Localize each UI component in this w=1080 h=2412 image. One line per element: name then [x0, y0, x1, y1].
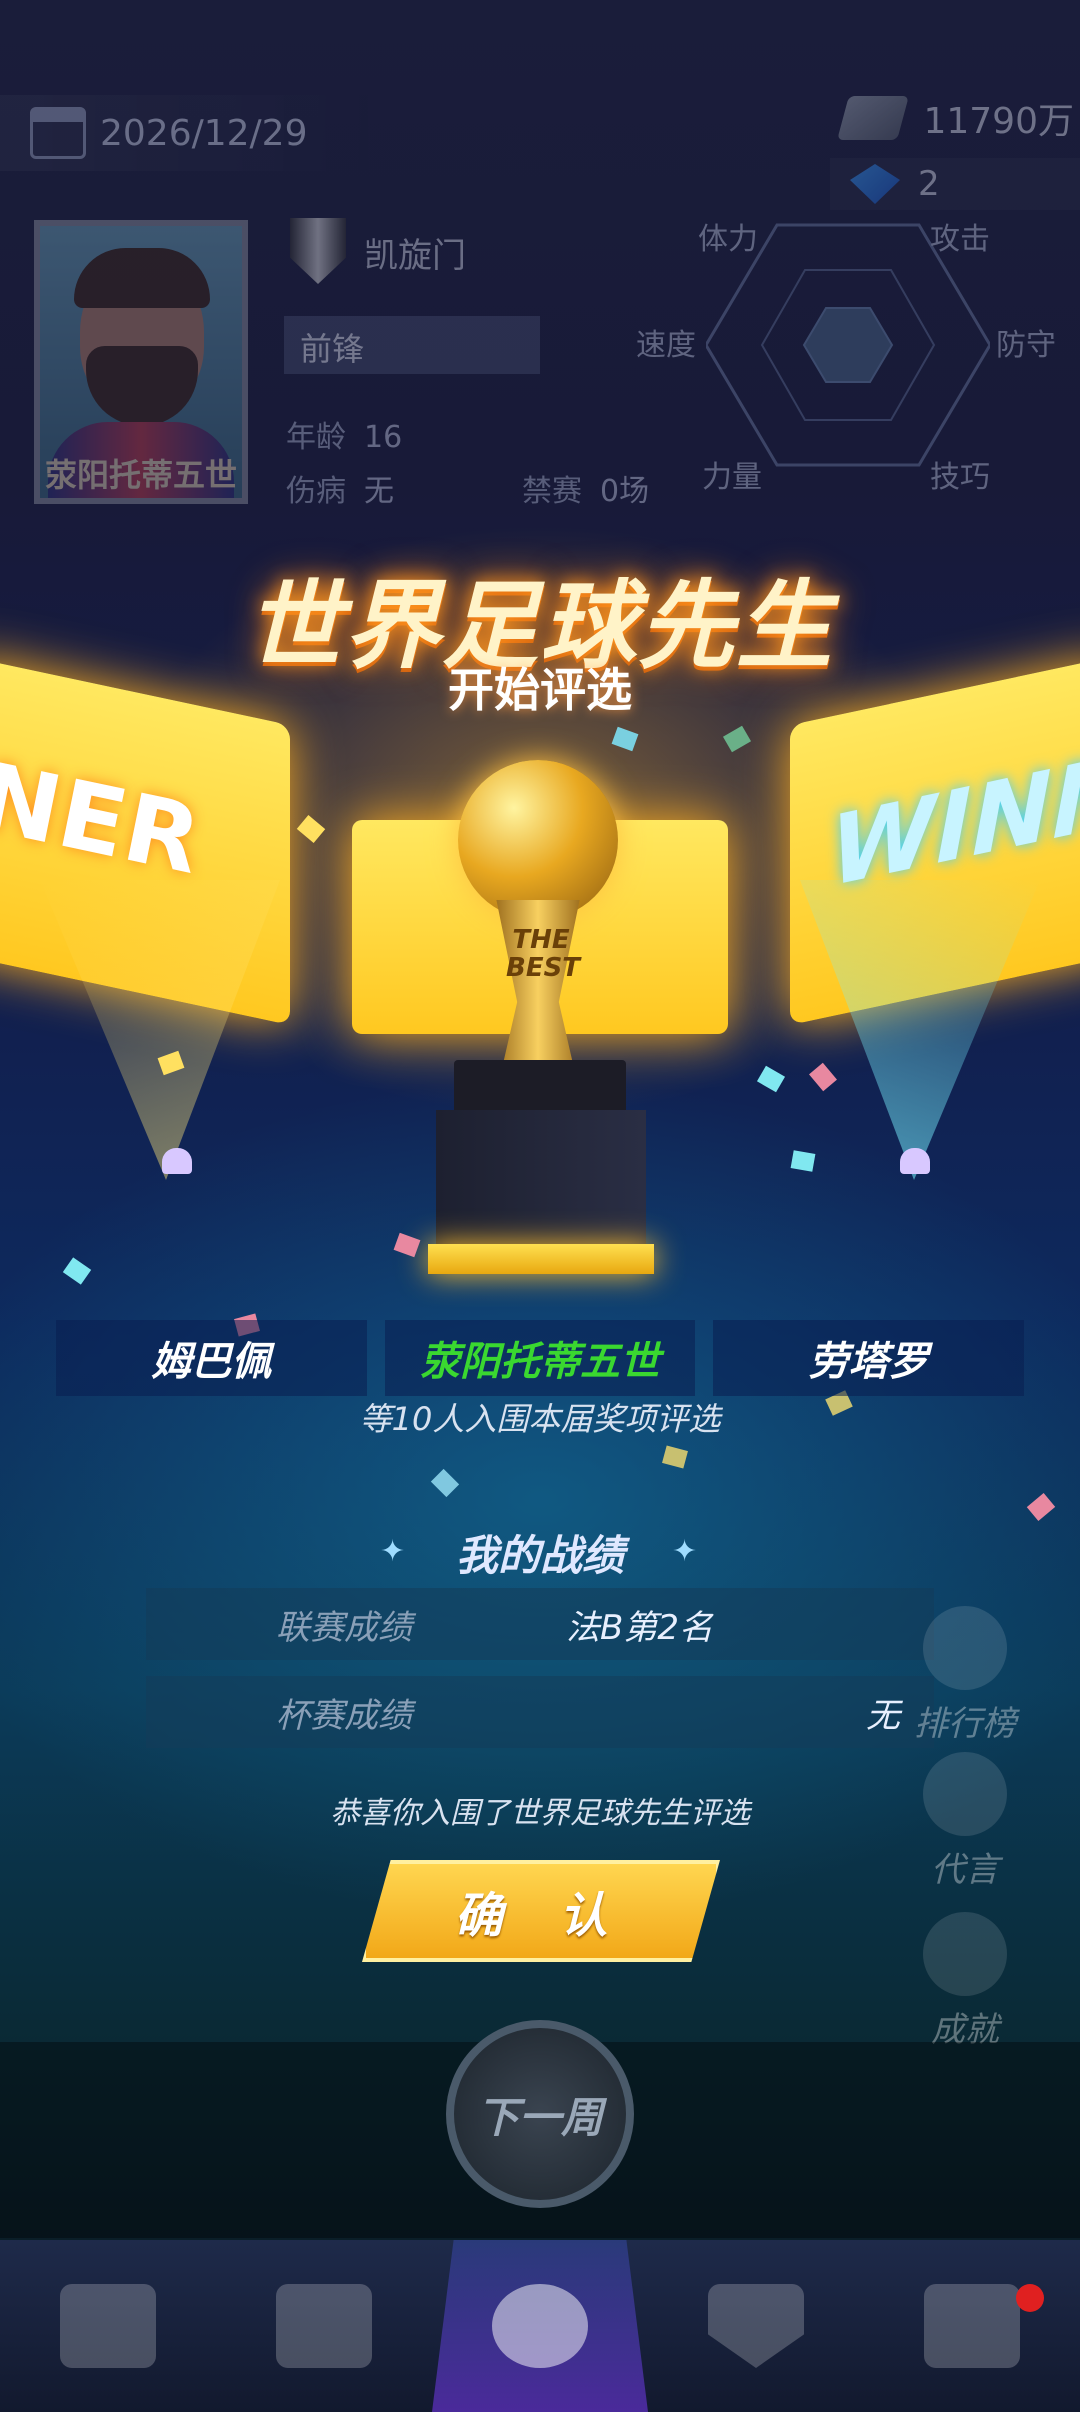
trophy-engraving: THE BEST — [506, 925, 581, 983]
cash-icon — [837, 96, 910, 140]
position-badge: 前锋 — [284, 316, 540, 374]
nav-trophy[interactable] — [864, 2240, 1080, 2412]
candidate-list: 姆巴佩 荥阳托蒂五世 劳塔罗 — [56, 1320, 1025, 1396]
next-week-button[interactable]: 下一周 — [446, 2020, 634, 2208]
current-date: 2026/12/29 — [100, 112, 308, 154]
badge-icon — [923, 1912, 1007, 1996]
pedestal-top — [454, 1060, 626, 1116]
trophy-icon — [923, 1606, 1007, 1690]
pedestal-base — [428, 1244, 654, 1274]
cup-record-label: 杯赛成绩 — [276, 1695, 412, 1736]
gem-count: 2 — [918, 164, 940, 204]
candidate-player: 荥阳托蒂五世 — [384, 1320, 696, 1396]
side-endorsement-label: 代言 — [931, 1850, 999, 1890]
people-icon — [60, 2284, 156, 2368]
portrait-beard — [86, 346, 198, 426]
soccer-ball-icon — [492, 2284, 588, 2368]
player-name: 荥阳托蒂五世 — [44, 456, 237, 494]
injury-label: 伤病 — [286, 474, 346, 509]
notification-dot — [1016, 2284, 1044, 2312]
next-week-label: 下一周 — [476, 2092, 603, 2142]
calendar-icon — [30, 107, 86, 159]
pedestal — [436, 1110, 646, 1250]
club-name: 凯旋门 — [364, 236, 466, 276]
pitch-icon — [276, 2284, 372, 2368]
shield-icon — [708, 2284, 804, 2368]
attr-speed: 速度 — [636, 328, 696, 363]
injury-line: 伤病无 — [286, 466, 394, 510]
nav-pitch[interactable] — [216, 2240, 432, 2412]
attr-defense: 防守 — [996, 328, 1056, 363]
nav-club[interactable] — [648, 2240, 864, 2412]
trophy-engraving-line1: THE — [512, 925, 570, 955]
injury-value: 无 — [364, 474, 394, 509]
right-spotlight-icon — [900, 1148, 930, 1174]
record-title: 我的战绩 — [455, 1531, 624, 1580]
shortlist-note: 等10人入围本届奖项评选 — [359, 1400, 721, 1438]
left-spotlight-icon — [162, 1148, 192, 1174]
bottom-nav — [0, 2240, 1080, 2412]
ban-label: 禁赛 — [522, 474, 582, 509]
attr-skill: 技巧 — [930, 460, 990, 495]
side-achievement[interactable]: 成就 — [900, 1912, 1030, 2051]
portrait-hair — [74, 248, 210, 308]
money-amount: 11790万 — [923, 101, 1074, 142]
candidate-1: 姆巴佩 — [56, 1320, 367, 1396]
confetti — [790, 1150, 816, 1172]
date-bar: 2026/12/29 — [0, 95, 420, 171]
congrats-message: 恭喜你入围了世界足球先生评选 — [330, 1796, 750, 1831]
nav-team[interactable] — [0, 2240, 216, 2412]
cup-record-row: 杯赛成绩 无 — [146, 1676, 934, 1748]
side-ranking-label: 排行榜 — [914, 1704, 1016, 1744]
age-value: 16 — [364, 420, 403, 455]
attr-attack: 攻击 — [930, 222, 990, 257]
cup-record-value: 无 — [866, 1695, 900, 1736]
league-record-label: 联赛成绩 — [276, 1607, 412, 1648]
left-screen-text: NER — [0, 739, 200, 898]
ban-line: 禁赛 0场 — [522, 466, 649, 510]
confirm-button[interactable]: 确 认 — [362, 1860, 720, 1962]
trophy-engraving-line2: BEST — [506, 953, 581, 983]
trophy-ball-icon — [458, 760, 618, 920]
attr-stamina: 体力 — [698, 222, 758, 257]
gem-display: 2 — [830, 158, 1080, 210]
nav-match[interactable] — [432, 2240, 648, 2412]
candidate-3: 劳塔罗 — [713, 1320, 1025, 1396]
attr-power: 力量 — [702, 460, 762, 495]
age-label: 年龄 — [286, 420, 346, 455]
ban-value: 0场 — [600, 474, 650, 509]
money-display: 11790万 — [837, 92, 1080, 144]
side-ranking[interactable]: 排行榜 — [900, 1606, 1030, 1745]
league-record-value: 法B第2名 — [566, 1607, 713, 1648]
age-line: 年龄 16 — [286, 412, 402, 456]
award-subtitle: 开始评选 — [448, 663, 632, 717]
league-record-row: 联赛成绩 法B第2名 — [146, 1588, 934, 1660]
trophy-nav-icon — [924, 2284, 1020, 2368]
sparkle-icon: ✦ — [672, 1534, 698, 1569]
gem-icon — [850, 164, 900, 204]
